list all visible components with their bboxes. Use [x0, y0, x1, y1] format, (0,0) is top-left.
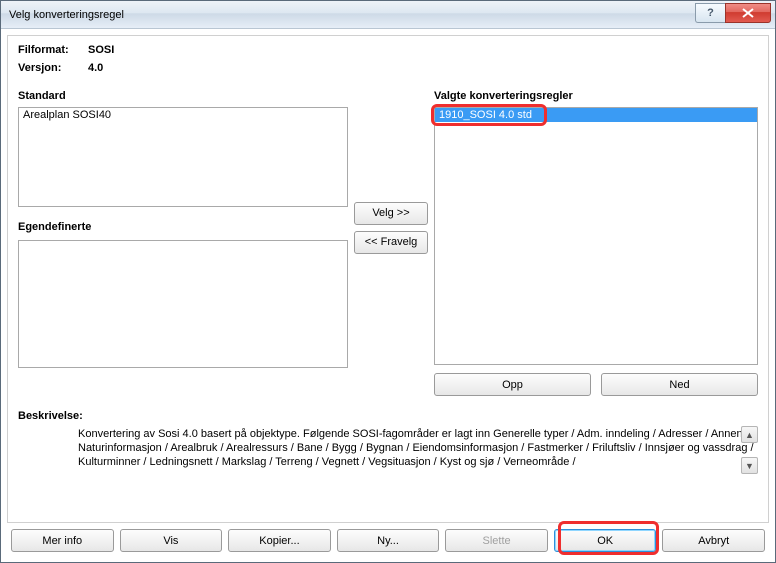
help-button[interactable]: ? — [695, 3, 725, 23]
standard-listbox[interactable]: Arealplan SOSI40 — [18, 107, 348, 207]
versjon-value: 4.0 — [88, 62, 103, 74]
scroll-down-icon[interactable]: ▼ — [741, 457, 758, 474]
scroll-up-icon[interactable]: ▲ — [741, 426, 758, 443]
description-scrollbar[interactable]: ▲ ▼ — [741, 426, 758, 474]
reorder-buttons: Opp Ned — [434, 373, 758, 396]
bottom-button-bar: Mer info Vis Kopier... Ny... Slette OK A… — [7, 523, 769, 556]
titlebar: Velg konverteringsregel ? — [1, 1, 775, 29]
standard-heading: Standard — [18, 90, 348, 102]
right-column: Valgte konverteringsregler 1910_SOSI 4.0… — [434, 90, 758, 396]
selected-listbox[interactable]: 1910_SOSI 4.0 std — [434, 107, 758, 365]
list-item[interactable]: 1910_SOSI 4.0 std — [435, 108, 757, 122]
userdef-listbox[interactable] — [18, 240, 348, 368]
columns: Standard Arealplan SOSI40 Egendefinerte … — [18, 90, 758, 396]
description-text: Konvertering av Sosi 4.0 basert på objek… — [78, 428, 754, 469]
fravelg-button[interactable]: << Fravelg — [354, 231, 428, 254]
versjon-label: Versjon: — [18, 62, 88, 74]
ny-button[interactable]: Ny... — [337, 529, 440, 552]
left-column: Standard Arealplan SOSI40 Egendefinerte — [18, 90, 348, 396]
kopier-button[interactable]: Kopier... — [228, 529, 331, 552]
selected-heading: Valgte konverteringsregler — [434, 90, 758, 102]
ned-button[interactable]: Ned — [601, 373, 758, 396]
window-controls: ? — [695, 3, 771, 23]
vis-button[interactable]: Vis — [120, 529, 223, 552]
filformat-value: SOSI — [88, 44, 114, 56]
userdef-heading: Egendefinerte — [18, 221, 348, 233]
window-title: Velg konverteringsregel — [9, 9, 695, 21]
main-panel: Filformat: SOSI Versjon: 4.0 Standard Ar… — [7, 35, 769, 523]
list-item[interactable]: Arealplan SOSI40 — [19, 108, 347, 122]
description-box: Konvertering av Sosi 4.0 basert på objek… — [18, 426, 758, 474]
close-button[interactable] — [725, 3, 771, 23]
slette-button: Slette — [445, 529, 548, 552]
description-label: Beskrivelse: — [18, 410, 758, 422]
mer-info-button[interactable]: Mer info — [11, 529, 114, 552]
client-area: Filformat: SOSI Versjon: 4.0 Standard Ar… — [1, 29, 775, 562]
opp-button[interactable]: Opp — [434, 373, 591, 396]
filformat-label: Filformat: — [18, 44, 88, 56]
avbryt-button[interactable]: Avbryt — [662, 529, 765, 552]
ok-button[interactable]: OK — [554, 529, 657, 552]
description-section: Beskrivelse: Konvertering av Sosi 4.0 ba… — [18, 410, 758, 474]
velg-button[interactable]: Velg >> — [354, 202, 428, 225]
close-icon — [742, 8, 754, 18]
info-section: Filformat: SOSI Versjon: 4.0 — [18, 44, 758, 80]
mid-column: Velg >> << Fravelg — [356, 90, 426, 396]
dialog-window: Velg konverteringsregel ? Filformat: SOS… — [0, 0, 776, 563]
